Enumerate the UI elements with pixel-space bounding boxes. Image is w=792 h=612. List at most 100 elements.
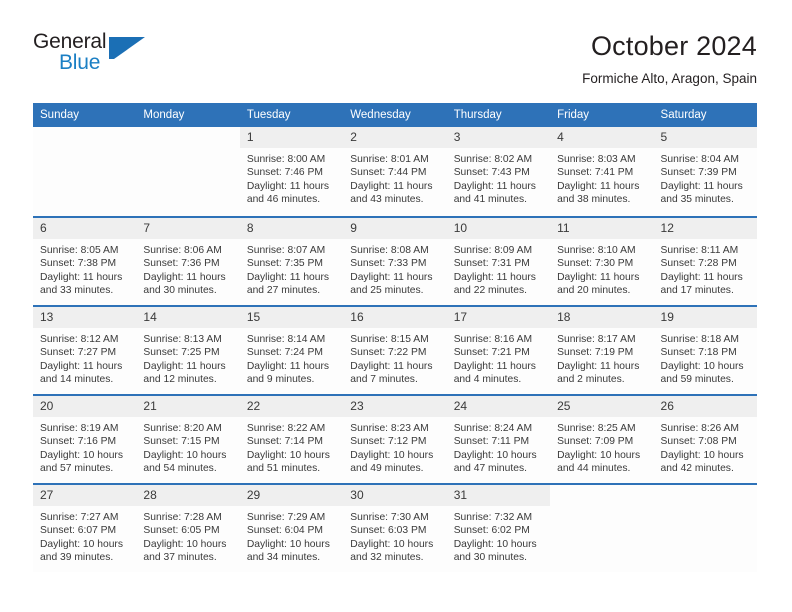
- sunset-text: Sunset: 7:25 PM: [143, 347, 220, 359]
- sunrise-text: Sunrise: 8:02 AM: [453, 154, 533, 165]
- daylight-text: Daylight: 11 hours and 46 minutes.: [246, 180, 330, 206]
- sunrise-text: Sunrise: 8:09 AM: [453, 245, 533, 256]
- day-number: 30: [343, 485, 447, 506]
- calendar-day-cell[interactable]: 19 Sunrise: 8:18 AM Sunset: 7:18 PM Dayligh…: [653, 307, 757, 394]
- sunrise-text: Sunrise: 8:16 AM: [453, 334, 533, 345]
- calendar-day-cell[interactable]: 31 Sunrise: 7:32 AM Sunset: 6:02 PM Dayligh…: [446, 485, 551, 572]
- sunset-text: Sunset: 7:46 PM: [246, 167, 323, 179]
- calendar-day-cell[interactable]: 9 Sunrise: 8:08 AM Sunset: 7:33 PM Daylight…: [343, 218, 447, 305]
- day-number: 15: [239, 307, 344, 328]
- day-details: Sunrise: 8:15 AM Sunset: 7:22 PM Daylight:…: [343, 328, 446, 387]
- day-details: Sunrise: 8:16 AM Sunset: 7:21 PM Daylight:…: [447, 328, 550, 387]
- calendar-day-cell[interactable]: 8 Sunrise: 8:07 AM Sunset: 7:35 PM Daylight…: [239, 218, 344, 305]
- calendar-day-cell[interactable]: 24 Sunrise: 8:24 AM Sunset: 7:11 PM Dayligh…: [446, 396, 551, 483]
- day-number: 24: [446, 396, 551, 417]
- sunrise-text: Sunrise: 8:11 AM: [660, 245, 739, 256]
- calendar-day-cell[interactable]: 17 Sunrise: 8:16 AM Sunset: 7:21 PM Dayligh…: [446, 307, 551, 394]
- sunrise-text: Sunrise: 7:28 AM: [143, 512, 222, 523]
- day-number: 1: [239, 127, 344, 148]
- calendar-day-cell[interactable]: 29 Sunrise: 7:29 AM Sunset: 6:04 PM Dayligh…: [239, 485, 344, 572]
- daylight-text: Daylight: 11 hours and 27 minutes.: [246, 271, 330, 297]
- sunset-text: Sunset: 7:24 PM: [246, 347, 323, 359]
- day-number: 21: [136, 396, 240, 417]
- sunrise-text: Sunrise: 8:26 AM: [660, 423, 739, 434]
- daylight-text: Daylight: 11 hours and 9 minutes.: [246, 360, 330, 386]
- sunrise-text: Sunrise: 7:29 AM: [246, 512, 326, 523]
- daylight-text: Daylight: 11 hours and 41 minutes.: [453, 180, 536, 206]
- calendar-day-cell[interactable]: 7 Sunrise: 8:06 AM Sunset: 7:36 PM Daylight…: [136, 218, 240, 305]
- calendar-day-cell[interactable]: 30 Sunrise: 7:30 AM Sunset: 6:03 PM Dayligh…: [343, 485, 447, 572]
- sunrise-text: Sunrise: 8:19 AM: [40, 423, 119, 434]
- page-header: General Blue October 2024 Formiche Alto,…: [0, 0, 792, 86]
- sunset-text: Sunset: 7:43 PM: [453, 167, 530, 179]
- daylight-text: Daylight: 10 hours and 51 minutes.: [246, 449, 330, 475]
- calendar-day-cell[interactable]: 4 Sunrise: 8:03 AM Sunset: 7:41 PM Daylight…: [550, 127, 654, 216]
- calendar-day-cell[interactable]: 3 Sunrise: 8:02 AM Sunset: 7:43 PM Daylight…: [446, 127, 551, 216]
- calendar-day-cell[interactable]: 27 Sunrise: 7:27 AM Sunset: 6:07 PM Dayligh…: [33, 485, 137, 572]
- day-number: 6: [33, 218, 137, 239]
- location-subtitle: Formiche Alto, Aragon, Spain: [582, 71, 757, 86]
- day-number: 13: [33, 307, 137, 328]
- page-title: October 2024: [590, 31, 757, 61]
- weekday-header-saturday: Saturday: [660, 109, 707, 121]
- day-details: Sunrise: 8:24 AM Sunset: 7:11 PM Daylight:…: [447, 417, 550, 476]
- calendar-day-cell[interactable]: 5 Sunrise: 8:04 AM Sunset: 7:39 PM Daylight…: [653, 127, 757, 216]
- calendar-day-cell[interactable]: 11 Sunrise: 8:10 AM Sunset: 7:30 PM Dayligh…: [550, 218, 654, 305]
- day-number: 19: [653, 307, 757, 328]
- calendar-day-cell-empty: [653, 485, 757, 572]
- calendar-day-cell[interactable]: 10 Sunrise: 8:09 AM Sunset: 7:31 PM Dayligh…: [446, 218, 551, 305]
- daylight-text: Daylight: 11 hours and 35 minutes.: [660, 180, 743, 206]
- day-number: [550, 485, 653, 506]
- day-details: Sunrise: 8:22 AM Sunset: 7:14 PM Daylight:…: [240, 417, 343, 476]
- daylight-text: Daylight: 11 hours and 12 minutes.: [143, 360, 226, 386]
- sunrise-text: Sunrise: 8:20 AM: [143, 423, 222, 434]
- sunset-text: Sunset: 6:04 PM: [246, 525, 323, 537]
- day-number: 9: [343, 218, 447, 239]
- calendar-week-row: 13 Sunrise: 8:12 AM Sunset: 7:27 PM Dayligh…: [33, 305, 757, 394]
- calendar-day-cell[interactable]: 21 Sunrise: 8:20 AM Sunset: 7:15 PM Dayligh…: [136, 396, 240, 483]
- day-details: Sunrise: 8:08 AM Sunset: 7:33 PM Daylight:…: [343, 239, 446, 298]
- sunrise-text: Sunrise: 8:08 AM: [350, 245, 429, 256]
- calendar-day-cell[interactable]: 2 Sunrise: 8:01 AM Sunset: 7:44 PM Daylight…: [343, 127, 447, 216]
- calendar-day-cell[interactable]: 22 Sunrise: 8:22 AM Sunset: 7:14 PM Dayligh…: [239, 396, 344, 483]
- sunset-text: Sunset: 7:12 PM: [350, 436, 427, 448]
- calendar-day-cell[interactable]: 12 Sunrise: 8:11 AM Sunset: 7:28 PM Dayligh…: [653, 218, 757, 305]
- calendar-day-cell[interactable]: 18 Sunrise: 8:17 AM Sunset: 7:19 PM Dayligh…: [550, 307, 654, 394]
- calendar-day-cell[interactable]: 28 Sunrise: 7:28 AM Sunset: 6:05 PM Dayligh…: [136, 485, 240, 572]
- sunset-text: Sunset: 6:02 PM: [453, 525, 530, 537]
- day-details: Sunrise: 7:28 AM Sunset: 6:05 PM Daylight:…: [136, 506, 239, 565]
- day-number: 27: [33, 485, 137, 506]
- calendar-day-cell[interactable]: 23 Sunrise: 8:23 AM Sunset: 7:12 PM Dayligh…: [343, 396, 447, 483]
- daylight-text: Daylight: 11 hours and 43 minutes.: [350, 180, 433, 206]
- calendar-day-cell[interactable]: 20 Sunrise: 8:19 AM Sunset: 7:16 PM Dayligh…: [33, 396, 137, 483]
- calendar-week-row: 6 Sunrise: 8:05 AM Sunset: 7:38 PM Daylight…: [33, 216, 757, 305]
- day-details: Sunrise: 8:11 AM Sunset: 7:28 PM Daylight:…: [654, 239, 757, 298]
- calendar-day-cell[interactable]: 16 Sunrise: 8:15 AM Sunset: 7:22 PM Dayligh…: [343, 307, 447, 394]
- sunrise-text: Sunrise: 8:13 AM: [143, 334, 222, 345]
- calendar-day-cell[interactable]: 15 Sunrise: 8:14 AM Sunset: 7:24 PM Dayligh…: [239, 307, 344, 394]
- calendar-day-cell[interactable]: 6 Sunrise: 8:05 AM Sunset: 7:38 PM Daylight…: [33, 218, 137, 305]
- weekday-header-thursday: Thursday: [453, 109, 502, 121]
- sunrise-text: Sunrise: 8:15 AM: [350, 334, 429, 345]
- day-details: Sunrise: 8:07 AM Sunset: 7:35 PM Daylight:…: [240, 239, 343, 298]
- daylight-text: Daylight: 10 hours and 44 minutes.: [557, 449, 641, 475]
- calendar-day-cell-empty: [33, 127, 137, 216]
- calendar-day-cell[interactable]: 13 Sunrise: 8:12 AM Sunset: 7:27 PM Dayligh…: [33, 307, 137, 394]
- brand-logo[interactable]: General Blue: [33, 30, 183, 80]
- sunset-text: Sunset: 7:16 PM: [40, 436, 117, 448]
- day-details: Sunrise: 7:29 AM Sunset: 6:04 PM Daylight:…: [240, 506, 343, 565]
- calendar-day-cell[interactable]: 26 Sunrise: 8:26 AM Sunset: 7:08 PM Dayligh…: [653, 396, 757, 483]
- calendar-day-cell[interactable]: 1 Sunrise: 8:00 AM Sunset: 7:46 PM Daylight…: [239, 127, 344, 216]
- sunrise-text: Sunrise: 8:01 AM: [350, 154, 429, 165]
- sunset-text: Sunset: 7:19 PM: [557, 347, 634, 359]
- sunrise-text: Sunrise: 8:12 AM: [40, 334, 119, 345]
- calendar-day-cell[interactable]: 25 Sunrise: 8:25 AM Sunset: 7:09 PM Dayligh…: [550, 396, 654, 483]
- day-details: Sunrise: 8:09 AM Sunset: 7:31 PM Daylight:…: [447, 239, 550, 298]
- calendar-day-cell[interactable]: 14 Sunrise: 8:13 AM Sunset: 7:25 PM Dayligh…: [136, 307, 240, 394]
- sunset-text: Sunset: 7:15 PM: [143, 436, 220, 448]
- sunset-text: Sunset: 7:44 PM: [350, 167, 427, 179]
- daylight-text: Daylight: 10 hours and 32 minutes.: [350, 538, 434, 564]
- daylight-text: Daylight: 11 hours and 7 minutes.: [350, 360, 433, 386]
- day-details: Sunrise: 8:06 AM Sunset: 7:36 PM Daylight:…: [136, 239, 239, 298]
- sunrise-text: Sunrise: 8:00 AM: [246, 154, 326, 165]
